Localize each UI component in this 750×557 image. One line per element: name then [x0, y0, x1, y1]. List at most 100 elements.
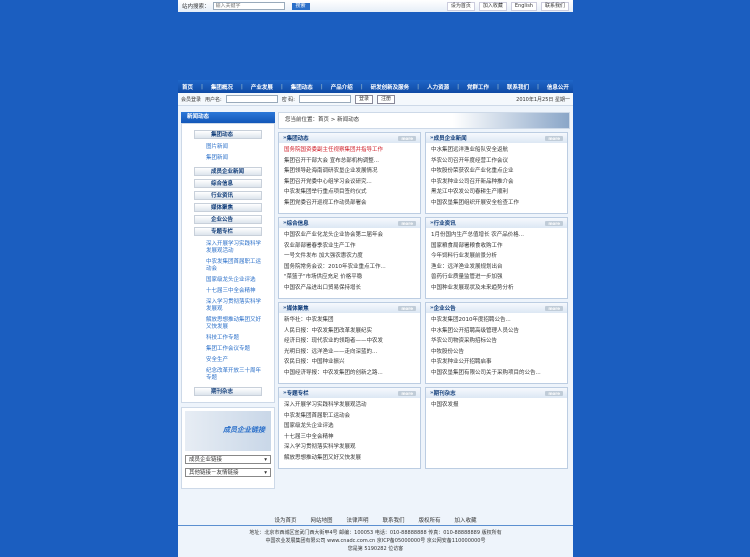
footer-link[interactable]: 版权所有	[419, 516, 441, 525]
news-link[interactable]: 中牧股份公告	[431, 347, 562, 358]
sidebar-category[interactable]: 期刊杂志	[194, 387, 262, 396]
news-link[interactable]: 国家粮食局部署粮食收购工作	[431, 241, 562, 252]
sidebar-category[interactable]: 行业资讯	[194, 191, 262, 200]
footer-link[interactable]: 联系我们	[383, 516, 405, 525]
news-link[interactable]: 渔业：远洋渔业发展规划出台	[431, 262, 562, 273]
nav-item[interactable]: 联系我们	[507, 83, 529, 91]
sidebar-category[interactable]: 媒体聚焦	[194, 203, 262, 212]
more-button[interactable]: more	[398, 305, 416, 311]
sidebar-subitem[interactable]: 图片新闻	[186, 142, 270, 153]
sidebar-category[interactable]: 企业公告	[194, 215, 262, 224]
login-button[interactable]: 登录	[354, 94, 373, 104]
news-link[interactable]: 农业部部署春季农业生产工作	[284, 241, 415, 252]
more-button[interactable]: more	[545, 135, 563, 141]
news-link[interactable]: 一号文件发布 加大强农惠农力度	[284, 251, 415, 262]
nav-item[interactable]: 信息公开	[547, 83, 569, 91]
news-link[interactable]: 中水集团远洋渔业船队安全返航	[431, 145, 562, 156]
news-link[interactable]: 中农发集团首届职工运动会	[284, 411, 415, 422]
set-homepage-link[interactable]: 设为首页	[446, 1, 475, 11]
news-link[interactable]: 1月份国内生产总值增长 农产品价格...	[431, 230, 562, 241]
news-link[interactable]: 中国农产品进出口贸易保持增长	[284, 283, 415, 294]
nav-item[interactable]: 产业发展	[251, 83, 273, 91]
more-button[interactable]: more	[545, 305, 563, 311]
news-link[interactable]: 集团召开党委中心组学习会议研究...	[284, 177, 415, 188]
sidebar-subitem[interactable]: 安全生产	[186, 355, 270, 366]
news-link[interactable]: 中国农发报	[431, 400, 562, 411]
news-list: 中国农业产业化龙头企业协会第二届年会 农业部部署春季农业生产工作 一号文件发布 加大…	[279, 228, 420, 295]
news-link[interactable]: "菜篮子"市场供应充足 价格平稳	[284, 272, 415, 283]
nav-item[interactable]: 集团动态	[291, 83, 313, 91]
news-link[interactable]: 华农公司召开年度经营工作会议	[431, 156, 562, 167]
sidebar-subitem[interactable]: 深入学习贯彻落实科学发展观	[186, 297, 270, 315]
sidebar-subitem[interactable]: 解放思想推动集团又好又快发展	[186, 315, 270, 333]
nav-item[interactable]: 首页	[182, 83, 193, 91]
nav-item[interactable]: 研发创新及服务	[371, 83, 410, 91]
sidebar-subitem[interactable]: 深入开展学习实践科学发展观活动	[186, 239, 270, 257]
sidebar-category[interactable]: 综合信息	[194, 179, 262, 188]
news-link[interactable]: 中农发集团2010年度招聘公告...	[431, 315, 562, 326]
news-link[interactable]: 中农发集团举行重点项目签约仪式	[284, 187, 415, 198]
other-link-select[interactable]: 其他链接－友情链接 ▾	[185, 468, 271, 477]
news-link[interactable]: 经济日报：现代农业的领跑者——中农发	[284, 336, 415, 347]
news-link[interactable]: 中国农垦集团有限公司关于采购项目的公告...	[431, 368, 562, 379]
footer-link[interactable]: 法律声明	[346, 516, 368, 525]
news-link[interactable]: 今年饲料行业发展前景分析	[431, 251, 562, 262]
search-input[interactable]	[212, 2, 285, 10]
sidebar-category[interactable]: 专题专栏	[194, 227, 262, 236]
news-link[interactable]: 集团召开干部大会 宣布总部机构调整...	[284, 156, 415, 167]
more-button[interactable]: more	[545, 220, 563, 226]
username-input[interactable]	[225, 95, 278, 103]
news-link[interactable]: 十七届三中全会精神	[284, 432, 415, 443]
news-link[interactable]: 华农公司物资采购招标公告	[431, 336, 562, 347]
sidebar-subitem[interactable]: 中农发集团首届职工运动会	[186, 257, 270, 275]
nav-item[interactable]: 集团概况	[211, 83, 233, 91]
sidebar-subitem[interactable]: 纪念改革开放三十周年专题	[186, 366, 270, 384]
footer-link[interactable]: 网站地图	[310, 516, 332, 525]
footer-link[interactable]: 加入收藏	[455, 516, 477, 525]
news-link[interactable]: 国务院常务会议：2010年农业重点工作...	[284, 262, 415, 273]
sidebar-subitem[interactable]: 国家级龙头企业评选	[186, 275, 270, 286]
password-input[interactable]	[298, 95, 351, 103]
sidebar-category[interactable]: 集团动态	[194, 130, 262, 139]
footer-link[interactable]: 设为首页	[274, 516, 296, 525]
news-link[interactable]: 黑龙江中农发公司春耕生产顺利	[431, 187, 562, 198]
news-link[interactable]: 中农发种业公开招聘启事	[431, 357, 562, 368]
add-favorite-link[interactable]: 加入收藏	[478, 1, 507, 11]
news-link[interactable]: 新华社：中农发集团	[284, 315, 415, 326]
sidebar-subitem[interactable]: 十七届三中全会精神	[186, 286, 270, 297]
sidebar-category[interactable]: 成员企业新闻	[194, 167, 262, 176]
more-button[interactable]: more	[398, 220, 416, 226]
news-link[interactable]: 中国经济导报：中农发集团的创新之路...	[284, 368, 415, 379]
news-link[interactable]: 光明日报：远洋渔业——走向深蓝的...	[284, 347, 415, 358]
news-link[interactable]: 集团领导赴海南调研农垦企业发展情况	[284, 166, 415, 177]
nav-item[interactable]: 人力资源	[427, 83, 449, 91]
sidebar-subitem[interactable]: 科技工作专题	[186, 333, 270, 344]
news-link[interactable]: 深入开展学习实践科学发展观活动	[284, 400, 415, 411]
news-link[interactable]: 中国农业产业化龙头企业协会第二届年会	[284, 230, 415, 241]
news-link[interactable]: 中国种业发展现状及未来趋势分析	[431, 283, 562, 294]
news-link[interactable]: 人民日报：中农发集团改革发展纪实	[284, 326, 415, 337]
news-link[interactable]: 国家级龙头企业评选	[284, 421, 415, 432]
news-link[interactable]: 中国农垦集团组织开展安全检查工作	[431, 198, 562, 209]
nav-item[interactable]: 产品介绍	[331, 83, 353, 91]
news-link[interactable]: 农民日报：中国种业振兴	[284, 357, 415, 368]
news-link[interactable]: 兽药行业质量监管进一步加强	[431, 272, 562, 283]
sidebar-subitem[interactable]: 集团工作会议专题	[186, 344, 270, 355]
contact-link[interactable]: 联系我们	[540, 1, 569, 11]
news-link[interactable]: 中农发种业公司召开新品种推介会	[431, 177, 562, 188]
english-link[interactable]: English	[510, 1, 537, 11]
news-link[interactable]: 国务院国资委副主任视察集团并指导工作	[284, 145, 415, 156]
register-button[interactable]: 注册	[377, 94, 396, 104]
news-link[interactable]: 解放思想推动集团又好又快发展	[284, 453, 415, 464]
more-button[interactable]: more	[545, 390, 563, 396]
search-button[interactable]: 搜索	[291, 2, 310, 10]
member-link-select[interactable]: 成员企业链接 ▾	[185, 455, 271, 464]
news-link[interactable]: 中水集团公开招聘高级管理人员公告	[431, 326, 562, 337]
news-link[interactable]: 集团党委召开巡视工作动员部署会	[284, 198, 415, 209]
sidebar-subitem[interactable]: 集团新闻	[186, 153, 270, 164]
more-button[interactable]: more	[398, 135, 416, 141]
news-link[interactable]: 深入学习贯彻落实科学发展观	[284, 442, 415, 453]
nav-item[interactable]: 党群工作	[467, 83, 489, 91]
news-link[interactable]: 中牧股份荣获农业产业化重点企业	[431, 166, 562, 177]
more-button[interactable]: more	[398, 390, 416, 396]
